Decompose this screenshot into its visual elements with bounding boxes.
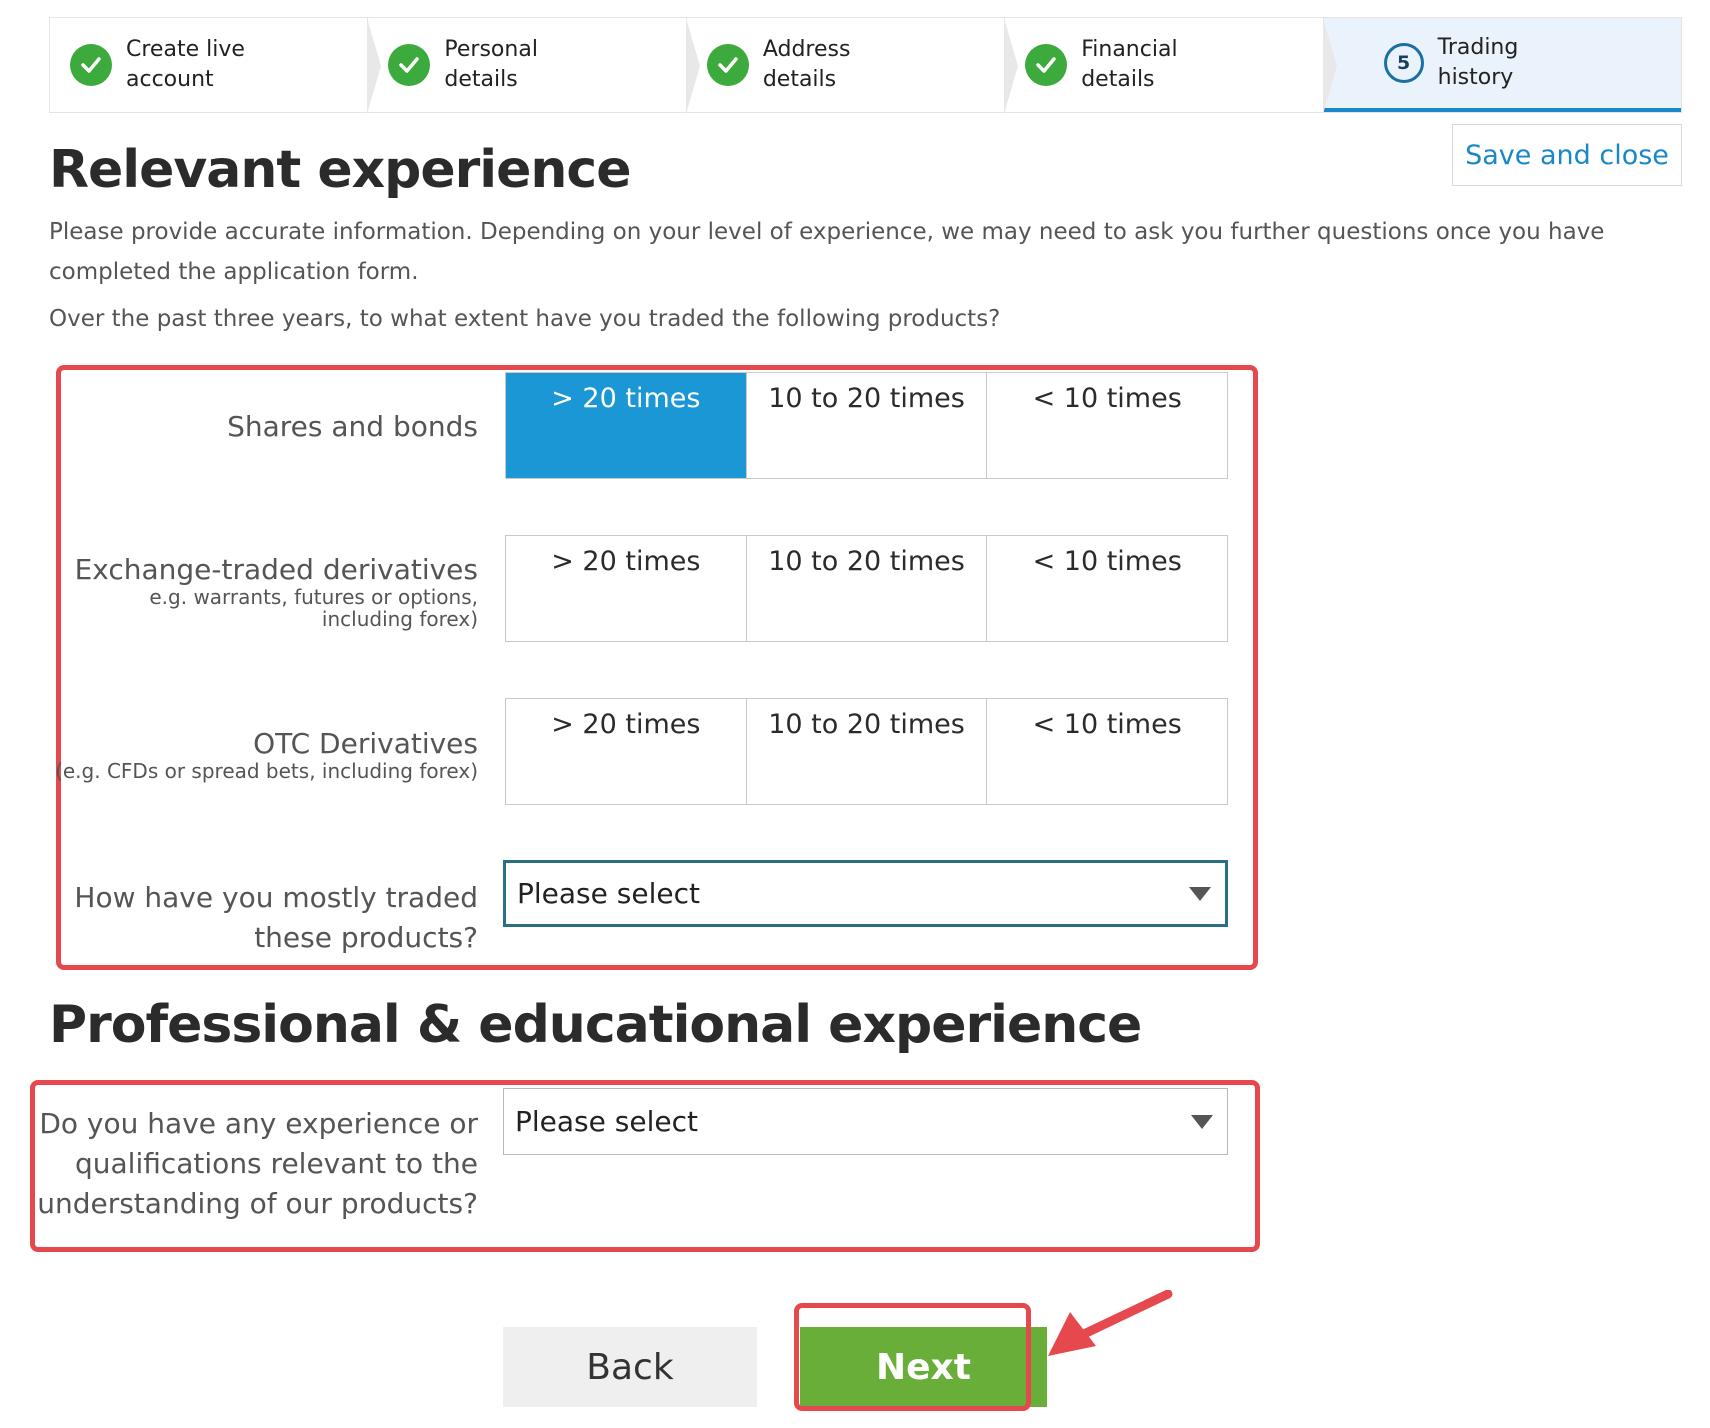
product-label-exchange-traded: Exchange-traded derivatives e.g. warrant… <box>58 553 478 630</box>
option-group-shares: > 20 times 10 to 20 times < 10 times <box>505 372 1228 479</box>
option-group-exchange-traded: > 20 times 10 to 20 times < 10 times <box>505 535 1228 642</box>
label-line: these products? <box>254 921 478 954</box>
product-label-shares: Shares and bonds <box>227 410 478 443</box>
step-trading-history[interactable]: 5 Trading history <box>1323 18 1682 112</box>
step-label: Financial details <box>1081 37 1178 92</box>
mostly-traded-label: How have you mostly traded these product… <box>74 878 478 958</box>
highlight-box-next <box>794 1303 1031 1411</box>
save-and-close-button[interactable]: Save and close <box>1452 124 1682 186</box>
select-value: Please select <box>515 1105 698 1138</box>
chevron-down-icon <box>1191 1114 1213 1129</box>
option-lt10-exchange-traded[interactable]: < 10 times <box>987 536 1228 641</box>
step-label: Address details <box>762 37 851 92</box>
step-financial-details[interactable]: Financial details <box>1005 18 1338 114</box>
option-gt20-shares[interactable]: > 20 times <box>506 373 747 478</box>
option-group-otc: > 20 times 10 to 20 times < 10 times <box>505 698 1228 805</box>
intro-text: Please provide accurate information. Dep… <box>49 219 1605 285</box>
product-label-otc: OTC Derivatives (e.g. CFDs or spread bet… <box>55 727 478 782</box>
step-label: Create live account <box>126 37 245 92</box>
question-text: Over the past three years, to what exten… <box>49 306 1001 332</box>
step-label: Personal details <box>444 37 538 92</box>
label-line: qualifications relevant to the <box>75 1147 478 1180</box>
product-subtext: (e.g. CFDs or spread bets, including for… <box>55 759 478 783</box>
product-name: Exchange-traded derivatives <box>74 553 478 586</box>
option-10to20-otc[interactable]: 10 to 20 times <box>746 699 988 804</box>
check-icon <box>706 44 749 86</box>
page-title: Relevant experience <box>49 140 632 200</box>
experience-select[interactable]: Please select <box>503 1088 1228 1155</box>
section-title: Professional & educational experience <box>49 995 1142 1055</box>
option-lt10-shares[interactable]: < 10 times <box>987 373 1228 478</box>
step-create-live-account[interactable]: Create live account <box>50 18 382 114</box>
label-line: Do you have any experience or <box>39 1107 478 1140</box>
mostly-traded-select[interactable]: Please select <box>503 860 1228 927</box>
product-name: Shares and bonds <box>227 410 478 443</box>
label-line: understanding of our products? <box>37 1187 478 1220</box>
option-gt20-otc[interactable]: > 20 times <box>506 699 747 804</box>
check-icon <box>70 44 112 86</box>
progress-stepper: Create live account Personal details Add… <box>49 17 1682 114</box>
select-value: Please select <box>517 877 700 910</box>
back-button[interactable]: Back <box>503 1327 757 1407</box>
option-10to20-shares[interactable]: 10 to 20 times <box>746 373 988 478</box>
experience-question-label: Do you have any experience or qualificat… <box>37 1104 478 1224</box>
step-label: Trading history <box>1437 35 1519 90</box>
option-lt10-otc[interactable]: < 10 times <box>987 699 1228 804</box>
check-icon <box>1025 44 1068 86</box>
label-line: How have you mostly traded <box>74 881 478 914</box>
product-subtext: e.g. warrants, futures or options, inclu… <box>149 585 478 631</box>
check-icon <box>388 44 431 86</box>
step-personal-details[interactable]: Personal details <box>368 18 701 114</box>
option-gt20-exchange-traded[interactable]: > 20 times <box>506 536 747 641</box>
option-10to20-exchange-traded[interactable]: 10 to 20 times <box>746 536 988 641</box>
pointer-arrow-icon <box>1048 1290 1173 1356</box>
product-name: OTC Derivatives <box>253 727 478 760</box>
chevron-down-icon <box>1189 886 1211 901</box>
step-number-badge: 5 <box>1383 43 1424 83</box>
step-address-details[interactable]: Address details <box>686 18 1019 114</box>
